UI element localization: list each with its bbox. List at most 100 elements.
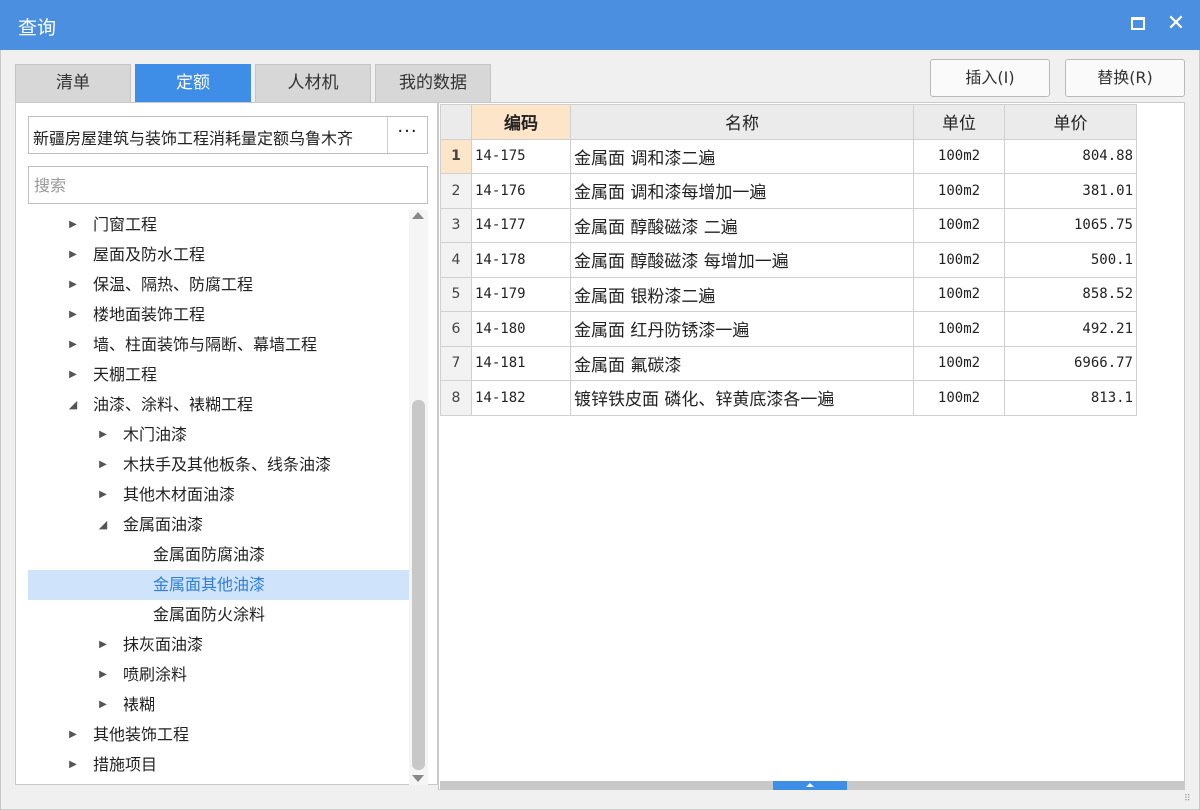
tree-item[interactable]: ▶ 抹灰面油漆 xyxy=(28,630,409,660)
unit-cell[interactable]: 100m2 xyxy=(913,173,1005,209)
tree-item[interactable]: ▶ 其他装饰工程 xyxy=(28,720,409,750)
tree-item[interactable]: 金属面防腐油漆 xyxy=(28,540,409,570)
tree-item[interactable]: ▶ 屋面及防水工程 xyxy=(28,240,409,270)
row-number[interactable]: 6 xyxy=(440,311,472,347)
scroll-down-icon[interactable] xyxy=(412,775,424,782)
tree-item[interactable]: ▶ 木门油漆 xyxy=(28,420,409,450)
name-cell[interactable]: 金属面 醇酸磁漆 二遍 xyxy=(570,207,914,243)
price-cell[interactable]: 500.1 xyxy=(1004,242,1137,278)
row-number[interactable]: 2 xyxy=(440,173,472,209)
code-cell[interactable]: 14-180 xyxy=(471,311,571,347)
column-header-name[interactable]: 名称 xyxy=(570,104,914,140)
collapsed-arrow-icon[interactable]: ▶ xyxy=(66,270,80,300)
collapsed-arrow-icon[interactable]: ▶ xyxy=(96,630,110,660)
tree-item[interactable]: ▶ 天棚工程 xyxy=(28,360,409,390)
tree-item[interactable]: ▶ 楼地面装饰工程 xyxy=(28,300,409,330)
collapsed-arrow-icon[interactable]: ▶ xyxy=(96,660,110,690)
code-cell[interactable]: 14-182 xyxy=(471,380,571,416)
tree-item[interactable]: ▶ 喷刷涂料 xyxy=(28,660,409,690)
row-number[interactable]: 5 xyxy=(440,276,472,312)
tree-item[interactable]: ▶ 措施项目 xyxy=(28,750,409,780)
tree-item[interactable]: ◢ 油漆、涂料、裱糊工程 xyxy=(28,390,409,420)
code-cell[interactable]: 14-177 xyxy=(471,207,571,243)
code-cell[interactable]: 14-175 xyxy=(471,138,571,174)
code-cell[interactable]: 14-179 xyxy=(471,276,571,312)
code-cell[interactable]: 14-178 xyxy=(471,242,571,278)
unit-cell[interactable]: 100m2 xyxy=(913,311,1005,347)
table-row[interactable]: 5 14-179 金属面 银粉漆二遍 100m2 858.52 xyxy=(440,276,1137,312)
collapsed-arrow-icon[interactable]: ▶ xyxy=(96,480,110,510)
code-cell[interactable]: 14-176 xyxy=(471,173,571,209)
quota-library-selector[interactable]: 新疆房屋建筑与装饰工程消耗量定额乌鲁木齐 ··· xyxy=(28,116,428,154)
price-cell[interactable]: 492.21 xyxy=(1004,311,1137,347)
name-cell[interactable]: 金属面 调和漆二遍 xyxy=(570,138,914,174)
price-cell[interactable]: 858.52 xyxy=(1004,276,1137,312)
expanded-arrow-icon[interactable]: ◢ xyxy=(66,390,80,420)
table-row[interactable]: 7 14-181 金属面 氟碳漆 100m2 6966.77 xyxy=(440,345,1137,381)
unit-cell[interactable]: 100m2 xyxy=(913,207,1005,243)
name-cell[interactable]: 金属面 氟碳漆 xyxy=(570,345,914,381)
collapsed-arrow-icon[interactable]: ▶ xyxy=(66,360,80,390)
tree-item[interactable]: ▶ 墙、柱面装饰与隔断、幕墙工程 xyxy=(28,330,409,360)
resize-grip-icon[interactable]: ⠿ xyxy=(1184,795,1196,808)
tree-item[interactable]: ▶ 其他木材面油漆 xyxy=(28,480,409,510)
expanded-arrow-icon[interactable]: ◢ xyxy=(96,510,110,540)
unit-cell[interactable]: 100m2 xyxy=(913,138,1005,174)
unit-cell[interactable]: 100m2 xyxy=(913,276,1005,312)
tree-item[interactable]: ▶ 保温、隔热、防腐工程 xyxy=(28,270,409,300)
column-header-code[interactable]: 编码 xyxy=(471,104,571,140)
name-cell[interactable]: 金属面 调和漆每增加一遍 xyxy=(570,173,914,209)
unit-cell[interactable]: 100m2 xyxy=(913,242,1005,278)
replace-button[interactable]: 替换(R) xyxy=(1065,59,1185,97)
name-cell[interactable]: 金属面 红丹防锈漆一遍 xyxy=(570,311,914,347)
row-number[interactable]: 1 xyxy=(440,138,472,174)
search-input[interactable] xyxy=(29,167,427,203)
search-box[interactable] xyxy=(28,166,428,204)
maximize-icon[interactable] xyxy=(1131,17,1145,30)
tab-quota[interactable]: 定额 xyxy=(135,64,251,102)
column-header-unit[interactable]: 单位 xyxy=(913,104,1005,140)
unit-cell[interactable]: 100m2 xyxy=(913,345,1005,381)
row-number[interactable]: 4 xyxy=(440,242,472,278)
collapse-up-icon[interactable] xyxy=(806,783,814,787)
price-cell[interactable]: 381.01 xyxy=(1004,173,1137,209)
scroll-up-icon[interactable] xyxy=(412,212,424,219)
table-row[interactable]: 1 14-175 金属面 调和漆二遍 100m2 804.88 xyxy=(440,138,1137,174)
unit-cell[interactable]: 100m2 xyxy=(913,380,1005,416)
tree-item[interactable]: ▶ 裱糊 xyxy=(28,690,409,720)
collapsed-arrow-icon[interactable]: ▶ xyxy=(96,450,110,480)
tree-item[interactable]: ▶ 门窗工程 xyxy=(28,210,409,240)
insert-button[interactable]: 插入(I) xyxy=(930,59,1050,97)
row-number[interactable]: 3 xyxy=(440,207,472,243)
tab-labor-material-machine[interactable]: 人材机 xyxy=(255,64,371,102)
tab-bill[interactable]: 清单 xyxy=(15,64,131,102)
more-button[interactable]: ··· xyxy=(387,117,427,153)
collapsed-arrow-icon[interactable]: ▶ xyxy=(96,420,110,450)
table-row[interactable]: 6 14-180 金属面 红丹防锈漆一遍 100m2 492.21 xyxy=(440,311,1137,347)
tree-item[interactable]: ▶ 木扶手及其他板条、线条油漆 xyxy=(28,450,409,480)
row-number[interactable]: 7 xyxy=(440,345,472,381)
table-row[interactable]: 2 14-176 金属面 调和漆每增加一遍 100m2 381.01 xyxy=(440,173,1137,209)
tab-my-data[interactable]: 我的数据 xyxy=(375,64,491,102)
price-cell[interactable]: 813.1 xyxy=(1004,380,1137,416)
collapsed-arrow-icon[interactable]: ▶ xyxy=(66,210,80,240)
row-number[interactable]: 8 xyxy=(440,380,472,416)
collapsed-arrow-icon[interactable]: ▶ xyxy=(66,300,80,330)
tree-scrollbar[interactable] xyxy=(409,210,428,785)
collapsed-arrow-icon[interactable]: ▶ xyxy=(66,330,80,360)
code-cell[interactable]: 14-181 xyxy=(471,345,571,381)
table-row[interactable]: 8 14-182 镀锌铁皮面 磷化、锌黄底漆各一遍 100m2 813.1 xyxy=(440,380,1137,416)
price-cell[interactable]: 804.88 xyxy=(1004,138,1137,174)
name-cell[interactable]: 金属面 醇酸磁漆 每增加一遍 xyxy=(570,242,914,278)
collapsed-arrow-icon[interactable]: ▶ xyxy=(66,750,80,780)
name-cell[interactable]: 镀锌铁皮面 磷化、锌黄底漆各一遍 xyxy=(570,380,914,416)
tree-item[interactable]: ◢ 金属面油漆 xyxy=(28,510,409,540)
price-cell[interactable]: 6966.77 xyxy=(1004,345,1137,381)
tree-item[interactable]: 金属面防火涂料 xyxy=(28,600,409,630)
column-header-price[interactable]: 单价 xyxy=(1004,104,1137,140)
scrollbar-thumb[interactable] xyxy=(412,400,425,770)
collapsed-arrow-icon[interactable]: ▶ xyxy=(66,240,80,270)
collapsed-arrow-icon[interactable]: ▶ xyxy=(96,690,110,720)
price-cell[interactable]: 1065.75 xyxy=(1004,207,1137,243)
table-row[interactable]: 3 14-177 金属面 醇酸磁漆 二遍 100m2 1065.75 xyxy=(440,207,1137,243)
